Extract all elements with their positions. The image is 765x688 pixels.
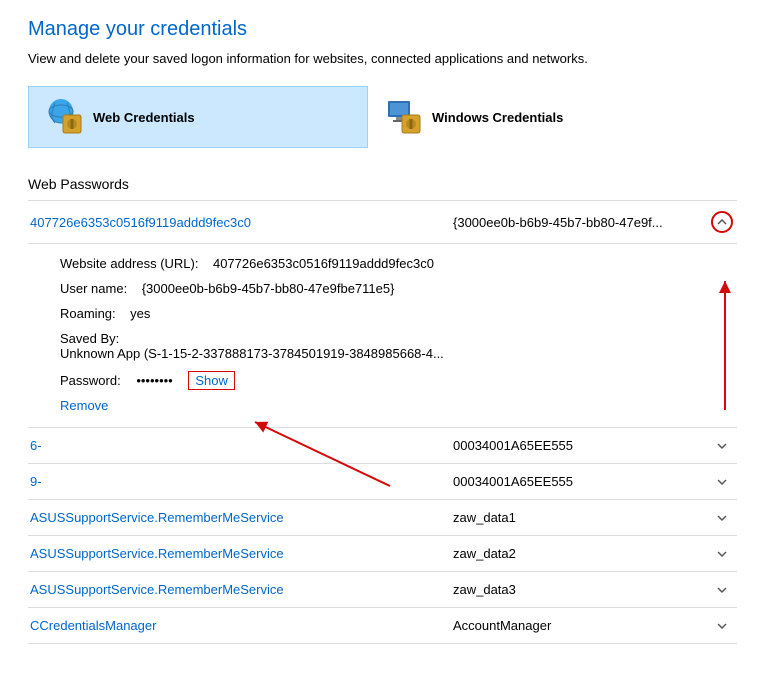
chevron-down-icon [716,440,728,452]
credential-row[interactable]: ASUSSupportService.RememberMeService zaw… [28,536,737,572]
monitor-safe-icon [384,97,424,137]
expand-button[interactable] [709,548,735,560]
credential-type-tabs: Web Credentials Windows Credentials [28,86,737,148]
credential-row[interactable]: CCredentialsManager AccountManager [28,608,737,644]
credential-user: AccountManager [445,618,709,633]
url-label: Website address (URL): [60,256,198,271]
password-mask: •••••••• [136,373,172,388]
credential-row[interactable]: 9- 00034001A65EE555 [28,464,737,500]
chevron-down-icon [716,620,728,632]
chevron-down-icon [716,476,728,488]
chevron-up-icon [716,216,728,228]
credential-user: 00034001A65EE555 [445,438,709,453]
credential-name: ASUSSupportService.RememberMeService [30,546,445,561]
expand-button[interactable] [709,512,735,524]
savedby-label: Saved By: [60,331,119,346]
chevron-down-icon [716,512,728,524]
credential-row[interactable]: ASUSSupportService.RememberMeService zaw… [28,500,737,536]
credential-name: 9- [30,474,445,489]
expand-button[interactable] [709,584,735,596]
credential-name: ASUSSupportService.RememberMeService [30,510,445,525]
credential-name: CCredentialsManager [30,618,445,633]
credential-list: 407726e6353c0516f9119addd9fec3c0 {3000ee… [28,200,737,644]
credential-row-expanded[interactable]: 407726e6353c0516f9119addd9fec3c0 {3000ee… [28,200,737,244]
roaming-value: yes [130,306,150,321]
credential-name: 6- [30,438,445,453]
credential-user: {3000ee0b-b6b9-45b7-bb80-47e9f... [445,215,709,230]
roaming-label: Roaming: [60,306,116,321]
section-web-passwords: Web Passwords [28,176,737,192]
expand-button[interactable] [709,620,735,632]
page-subtitle: View and delete your saved logon informa… [28,51,737,66]
url-value: 407726e6353c0516f9119addd9fec3c0 [213,256,434,271]
credential-user: zaw_data1 [445,510,709,525]
credential-details: Website address (URL): 407726e6353c0516f… [28,244,737,428]
remove-link[interactable]: Remove [60,398,108,413]
credential-name: ASUSSupportService.RememberMeService [30,582,445,597]
expand-button[interactable] [709,440,735,452]
username-value: {3000ee0b-b6b9-45b7-bb80-47e9fbe711e5} [142,281,395,296]
tab-web-credentials[interactable]: Web Credentials [28,86,368,148]
tab-windows-credentials[interactable]: Windows Credentials [368,86,708,148]
credential-user: zaw_data2 [445,546,709,561]
page-title: Manage your credentials [28,18,737,41]
credential-row[interactable]: 6- 00034001A65EE555 [28,428,737,464]
credential-name: 407726e6353c0516f9119addd9fec3c0 [30,215,445,230]
credential-user: 00034001A65EE555 [445,474,709,489]
password-label: Password: [60,373,121,388]
expand-button[interactable] [709,476,735,488]
username-label: User name: [60,281,127,296]
chevron-down-icon [716,548,728,560]
credential-row[interactable]: ASUSSupportService.RememberMeService zaw… [28,572,737,608]
globe-safe-icon [45,97,85,137]
tab-windows-label: Windows Credentials [432,110,563,125]
tab-web-label: Web Credentials [93,110,195,125]
chevron-down-icon [716,584,728,596]
credential-user: zaw_data3 [445,582,709,597]
savedby-value: Unknown App (S-1-15-2-337888173-37845019… [60,346,444,361]
collapse-button[interactable] [709,211,735,233]
show-password-button[interactable]: Show [188,371,235,390]
